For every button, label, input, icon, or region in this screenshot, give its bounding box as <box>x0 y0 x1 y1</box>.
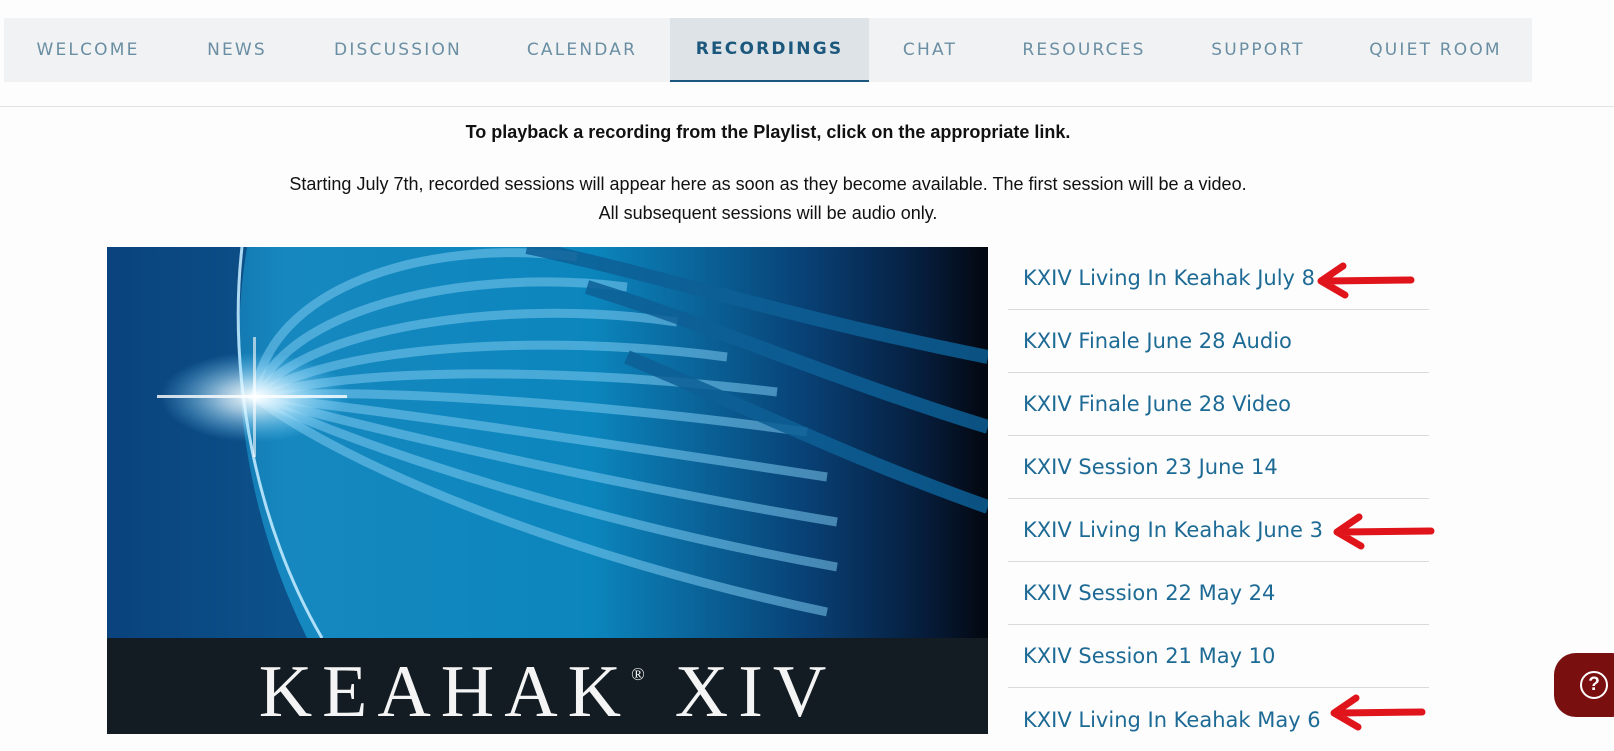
tab-news[interactable]: NEWS <box>172 18 302 82</box>
tab-welcome[interactable]: WELCOME <box>4 18 172 82</box>
tab-discussion[interactable]: DISCUSSION <box>302 18 494 82</box>
tab-quiet-room[interactable]: QUIET ROOM <box>1339 18 1532 82</box>
main-navigation: WELCOME NEWS DISCUSSION CALENDAR RECORDI… <box>4 18 1532 82</box>
annotation-arrow-icon <box>1317 262 1415 299</box>
cover-title: KEAHAK® XIV <box>107 650 988 734</box>
playlist-link[interactable]: KXIV Session 21 May 10 <box>1008 625 1429 688</box>
header-divider <box>0 106 1614 107</box>
annotation-arrow-icon <box>1333 513 1435 550</box>
availability-note-line-1: Starting July 7th, recorded sessions wil… <box>289 174 1247 194</box>
help-button[interactable]: ? <box>1554 653 1614 717</box>
question-circle-icon: ? <box>1580 671 1608 699</box>
cover-title-numeral: XIV <box>674 651 837 733</box>
playlist-link[interactable]: KXIV Session 23 June 14 <box>1008 436 1429 499</box>
availability-note: Starting July 7th, recorded sessions wil… <box>0 170 1536 228</box>
tab-chat[interactable]: CHAT <box>869 18 991 82</box>
annotation-arrow-icon <box>1330 694 1426 731</box>
tab-recordings[interactable]: RECORDINGS <box>670 18 869 82</box>
tab-resources[interactable]: RESOURCES <box>991 18 1177 82</box>
playback-instructions: To playback a recording from the Playlis… <box>465 122 1071 142</box>
tab-support[interactable]: SUPPORT <box>1177 18 1339 82</box>
tab-calendar[interactable]: CALENDAR <box>494 18 670 82</box>
playlist-link[interactable]: KXIV Finale June 28 Video <box>1008 373 1429 436</box>
keahak-cover-image: KEAHAK® XIV <box>107 247 988 734</box>
playlist-link[interactable]: KXIV Session 22 May 24 <box>1008 562 1429 625</box>
playlist-link[interactable]: KXIV Finale June 28 Audio <box>1008 310 1429 373</box>
recordings-playlist: KXIV Living In Keahak July 8 KXIV Finale… <box>1008 247 1429 751</box>
registered-mark: ® <box>631 664 645 684</box>
cover-title-word: KEAHAK <box>258 651 632 733</box>
availability-note-line-2: All subsequent sessions will be audio on… <box>598 203 938 223</box>
